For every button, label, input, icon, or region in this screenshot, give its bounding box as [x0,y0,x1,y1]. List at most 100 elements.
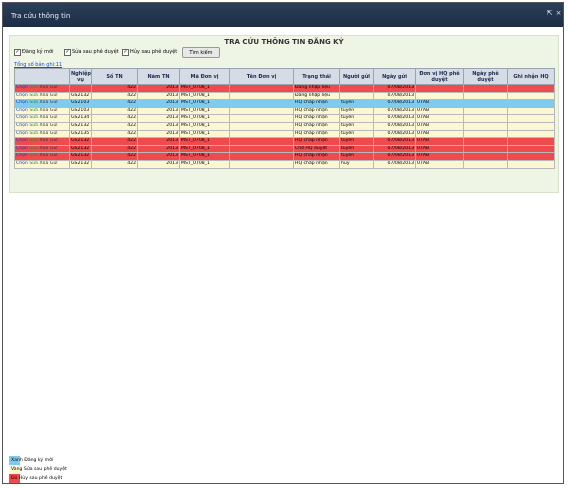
table-row[interactable]: Chọn Sửa Xóa Gửi GS2135 422 2013 MST_0708_1 HQ c… [14,129,555,139]
table-row[interactable]: Chọn Sửa Xóa Gửi GS2103 422 2013 MST_0708_1 HQ c… [14,99,555,108]
table-row[interactable]: Chọn Sửa Xóa Gửi GS2134 422 2013 MST_0708_1 HQ c… [14,114,555,123]
cell-ngay-phe-duyet [463,159,508,169]
legend-label: Sửa sau phê duyệt [23,467,67,472]
table-row[interactable]: Chọn Sửa Xóa Gửi GS2103 422 2013 MST_0708_1 HQ c… [14,106,555,116]
gui-link[interactable]: Gửi [50,161,58,166]
chon-link[interactable]: Chọn [16,101,28,106]
cell-nguoi-gui: tuyên [339,114,374,123]
gui-link[interactable]: Gửi [50,93,58,98]
gui-link[interactable]: Gửi [50,108,58,113]
xoa-link[interactable]: Xóa [40,116,49,121]
cell-ghi-nhan-hq [507,137,555,146]
table-row[interactable]: Chọn Sửa Xóa Gửi GS2132 422 2013 MST_0708_1 HQ c… [14,137,555,146]
filter-sua-sau-phe-duyet-label: Sửa sau phê duyệt [72,49,119,55]
sua-link[interactable]: Sửa [29,146,38,151]
cell-trang-thai: HQ chấp nhận [293,121,340,131]
search-button[interactable]: Tìm kiếm [182,47,220,58]
sua-link[interactable]: Sửa [29,139,38,144]
filter-dang-ky-moi-checkbox[interactable]: ✓ [14,49,21,56]
cell-ma-don-vi: MST_0708_1 [179,137,230,146]
cell-ma-don-vi: MST_0708_1 [179,159,230,169]
cell-ngay-gui: 07/08/2013 [373,106,416,116]
chon-link[interactable]: Chọn [16,139,28,144]
filter-huy-sau-phe-duyet-checkbox[interactable]: ✓ [122,49,129,56]
xoa-link[interactable]: Xóa [40,139,49,144]
cell-ma-don-vi: MST_0708_1 [179,144,230,154]
cell-trang-thai: HQ chấp nhận [293,159,340,169]
header-actions [14,68,70,85]
sua-link[interactable]: Sửa [29,161,38,166]
chon-link[interactable]: Chọn [16,123,28,128]
cell-nghiep-vu: GS2132 [69,152,92,161]
xoa-link[interactable]: Xóa [40,108,49,113]
sua-link[interactable]: Sửa [29,85,38,90]
search-form: TRA CỨU THÔNG TIN ĐĂNG KÝ ✓ Đăng ký mới … [9,35,559,193]
header-so-tn: Số TN [91,68,138,85]
cell-so-tn: 422 [91,114,138,123]
header-trang-thai: Trạng thái [293,68,340,85]
xoa-link[interactable]: Xóa [40,154,49,159]
gui-link[interactable]: Gửi [50,154,58,159]
cell-ten-don-vi [229,129,294,139]
cell-ngay-gui: 07/08/2013 [373,91,416,101]
cell-so-tn: 422 [91,152,138,161]
legend-item: Đỏ Hủy sau phê duyệt [9,474,79,483]
cell-trang-thai: Chờ HQ duyệt [293,144,340,154]
xoa-link[interactable]: Xóa [40,85,49,90]
legend-item: Xanh Đăng ký mới [9,456,79,465]
sua-link[interactable]: Sửa [29,108,38,113]
close-icon[interactable]: × [555,10,562,17]
xoa-link[interactable]: Xóa [40,123,49,128]
gui-link[interactable]: Gửi [50,146,58,151]
cell-ngay-phe-duyet [463,129,508,139]
sua-link[interactable]: Sửa [29,131,38,136]
header-nam-tn: Năm TN [137,68,180,85]
gui-link[interactable]: Gửi [50,85,58,90]
sua-link[interactable]: Sửa [29,101,38,106]
table-row[interactable]: Chọn Sửa Xóa Gửi GS2132 422 2013 MST_0708_1 Đang… [14,91,555,101]
chon-link[interactable]: Chọn [16,93,28,98]
xoa-link[interactable]: Xóa [40,146,49,151]
gui-link[interactable]: Gửi [50,131,58,136]
gui-link[interactable]: Gửi [50,139,58,144]
cell-so-tn: 422 [91,144,138,154]
cell-ngay-gui: 07/08/2013 [373,159,416,169]
restore-icon[interactable]: ⇱ [546,10,553,17]
xoa-link[interactable]: Xóa [40,101,49,106]
xoa-link[interactable]: Xóa [40,93,49,98]
table-row[interactable]: Chọn Sửa Xóa Gửi GS2132 422 2013 MST_0708_1 HQ c… [14,159,555,169]
gui-link[interactable]: Gửi [50,101,58,106]
legend: Xanh Đăng ký mới Vàng Sửa sau phê duyệt … [9,456,79,483]
chon-link[interactable]: Chọn [16,131,28,136]
filter-sua-sau-phe-duyet-checkbox[interactable]: ✓ [64,49,71,56]
cell-nguoi-gui [339,91,374,101]
sua-link[interactable]: Sửa [29,116,38,121]
gui-link[interactable]: Gửi [50,116,58,121]
cell-ma-don-vi: MST_0708_1 [179,99,230,108]
table-row[interactable]: Chọn Sửa Xóa Gửi GS2132 422 2013 MST_0708_1 HQ c… [14,152,555,161]
chon-link[interactable]: Chọn [16,85,28,90]
sua-link[interactable]: Sửa [29,154,38,159]
title-bar: Tra cứu thông tin ⇱ × [3,3,563,27]
table-row[interactable]: Chọn Sửa Xóa Gửi GS2132 422 2013 MST_0708_1 HQ c… [14,121,555,131]
legend-label: Hủy sau phê duyệt [18,476,63,481]
xoa-link[interactable]: Xóa [40,131,49,136]
chon-link[interactable]: Chọn [16,116,28,121]
chon-link[interactable]: Chọn [16,146,28,151]
table-row[interactable]: Chọn Sửa Xóa Gửi GS2132 422 2013 MST_0708_1 Chờ … [14,144,555,154]
sua-link[interactable]: Sửa [29,123,38,128]
cell-ghi-nhan-hq [507,106,555,116]
chon-link[interactable]: Chọn [16,108,28,113]
cell-don-vi-hq: 07AB [415,106,464,116]
table-row[interactable]: Chọn Sửa Xóa Gửi 422 2013 MST_0708_1 Đang nhập … [14,84,555,93]
cell-nam-tn: 2013 [137,84,180,93]
cell-nguoi-gui: tuyên [339,129,374,139]
chon-link[interactable]: Chọn [16,161,28,166]
cell-nghiep-vu: GS2135 [69,129,92,139]
cell-ngay-gui: 07/08/2013 [373,114,416,123]
sua-link[interactable]: Sửa [29,93,38,98]
chon-link[interactable]: Chọn [16,154,28,159]
gui-link[interactable]: Gửi [50,123,58,128]
cell-so-tn: 422 [91,84,138,93]
xoa-link[interactable]: Xóa [40,161,49,166]
